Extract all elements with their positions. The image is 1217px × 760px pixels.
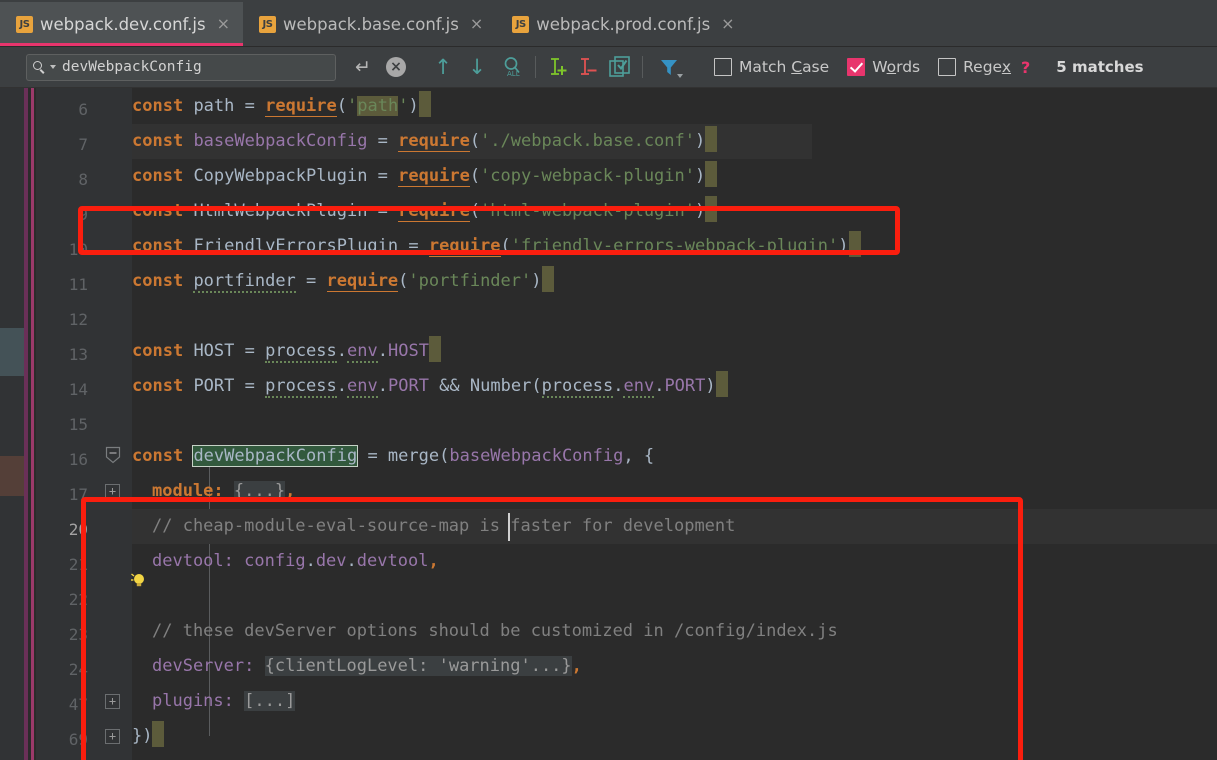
line-number: 69: [68, 730, 88, 749]
line-number: 23: [68, 625, 88, 644]
line-number: 10: [68, 240, 88, 259]
line-number: 47: [68, 695, 88, 714]
tab-webpack-base-conf-js[interactable]: JS webpack.base.conf.js ×: [243, 2, 496, 46]
tab-label: webpack.dev.conf.js: [40, 14, 206, 34]
scrollbar-marker-2[interactable]: [0, 456, 24, 496]
select-all-occurrences-icon[interactable]: ALL: [498, 54, 526, 80]
code-line-8[interactable]: const CopyWebpackPlugin = require('copy-…: [132, 159, 718, 194]
line-number: 11: [68, 275, 88, 294]
line-number: 7: [78, 135, 88, 154]
js-file-icon: JS: [259, 15, 276, 33]
close-icon[interactable]: ×: [721, 16, 734, 32]
line-number: 15: [68, 415, 88, 434]
line-number: 24: [68, 660, 88, 679]
close-icon[interactable]: ×: [470, 16, 483, 32]
filter-icon[interactable]: [658, 54, 684, 80]
fold-expand-icon[interactable]: +: [105, 729, 120, 744]
help-icon[interactable]: ?: [1021, 58, 1030, 77]
line-number: 17: [68, 485, 88, 504]
find-previous-icon[interactable]: ↑: [430, 54, 456, 80]
code-line-11[interactable]: const portfinder = require('portfinder'): [132, 264, 554, 299]
line-number: 9: [78, 205, 88, 224]
code-folding-gutter[interactable]: + + +: [96, 88, 210, 760]
tab-label: webpack.base.conf.js: [283, 14, 459, 34]
active-tab-underline: [0, 43, 243, 46]
line-number: 14: [68, 380, 88, 399]
code-line-23[interactable]: // these devServer options should be cus…: [152, 614, 838, 649]
search-input[interactable]: devWebpackConfig: [26, 53, 336, 81]
svg-text:ALL: ALL: [507, 70, 520, 78]
code-line-9[interactable]: const HtmlWebpackPlugin = require('html-…: [132, 194, 718, 229]
editor-left-strip: [0, 88, 24, 760]
code-line-20[interactable]: // cheap-module-eval-source-map is faste…: [152, 509, 735, 544]
scrollbar-marker-1[interactable]: [0, 328, 24, 376]
search-input-value: devWebpackConfig: [62, 59, 202, 75]
code-line-14[interactable]: const PORT = process.env.PORT && Number(…: [132, 369, 728, 404]
line-number: 22: [68, 590, 88, 609]
match-case-option[interactable]: Match Case: [714, 58, 829, 76]
js-file-icon: JS: [512, 15, 530, 33]
words-checkbox[interactable]: [847, 58, 866, 76]
code-line-21[interactable]: devtool: config.dev.devtool,: [152, 544, 439, 579]
regex-checkbox[interactable]: [938, 58, 957, 76]
line-number: 16: [68, 450, 88, 469]
code-line-7[interactable]: const baseWebpackConfig = require('./web…: [132, 124, 718, 159]
code-line-10[interactable]: const FriendlyErrorsPlugin = require('fr…: [132, 229, 861, 264]
tab-label: webpack.prod.conf.js: [536, 14, 711, 34]
vcs-change-marker[interactable]: [24, 88, 28, 760]
match-case-checkbox[interactable]: [714, 58, 732, 76]
fold-expand-icon[interactable]: +: [105, 484, 120, 499]
fold-expand-icon[interactable]: +: [105, 694, 120, 709]
code-line-16[interactable]: const devWebpackConfig = merge(baseWebpa…: [132, 439, 654, 474]
close-icon[interactable]: ×: [217, 16, 230, 32]
code-line-17[interactable]: module: {...},: [152, 474, 295, 509]
fold-collapse-icon[interactable]: [105, 446, 121, 464]
code-line-6[interactable]: const path = require('path'): [132, 89, 431, 124]
line-number: 12: [68, 310, 88, 329]
regex-option[interactable]: Regex: [938, 58, 1011, 76]
line-number: 21: [68, 555, 88, 574]
match-case-label: Match Case: [739, 58, 830, 76]
code-line-47[interactable]: plugins: [...]: [152, 684, 296, 719]
toolbar-divider: [535, 56, 536, 78]
editor-tab-bar: JS webpack.dev.conf.js × JS webpack.base…: [0, 0, 1217, 47]
code-line-69[interactable]: }): [132, 719, 165, 754]
enter-icon[interactable]: ↵: [350, 54, 376, 80]
js-file-icon: JS: [16, 15, 33, 33]
code-line-24[interactable]: devServer: {clientLogLevel: 'warning'...…: [152, 649, 582, 684]
code-line-13[interactable]: const HOST = process.env.HOST: [132, 334, 441, 369]
vcs-change-marker-2[interactable]: [31, 88, 34, 760]
line-number: 13: [68, 345, 88, 364]
search-icon: [33, 60, 46, 74]
words-label: Words: [872, 58, 921, 76]
toolbar-divider-2: [642, 56, 643, 78]
line-number-current: 20: [68, 520, 88, 539]
text-caret: [508, 513, 510, 541]
add-occurrence-icon[interactable]: [545, 54, 569, 80]
clear-search-icon[interactable]: ×: [386, 57, 406, 77]
chevron-down-icon[interactable]: [50, 65, 56, 69]
select-all-icon[interactable]: [607, 54, 633, 80]
line-number: 8: [78, 170, 88, 189]
match-count-label: 5 matches: [1056, 58, 1144, 76]
line-number: 6: [78, 100, 88, 119]
regex-label: Regex: [963, 58, 1012, 76]
words-option[interactable]: Words: [847, 58, 920, 76]
find-next-icon[interactable]: ↓: [464, 54, 490, 80]
code-editor[interactable]: 6 7 8 9 10 11 12 13 14 15 16 17 20 21 22…: [0, 88, 1217, 760]
tab-webpack-dev-conf-js[interactable]: JS webpack.dev.conf.js ×: [0, 2, 243, 46]
remove-occurrence-icon[interactable]: [575, 54, 599, 80]
line-number-gutter: 6 7 8 9 10 11 12 13 14 15 16 17 20 21 22…: [36, 88, 96, 760]
tab-webpack-prod-conf-js[interactable]: JS webpack.prod.conf.js ×: [496, 2, 747, 46]
search-match-highlight[interactable]: devWebpackConfig: [192, 445, 359, 467]
code-content[interactable]: const path = require('path') const baseW…: [132, 88, 1217, 760]
find-toolbar: devWebpackConfig ↵ × ↑ ↓ ALL Match Case …: [0, 47, 1217, 88]
